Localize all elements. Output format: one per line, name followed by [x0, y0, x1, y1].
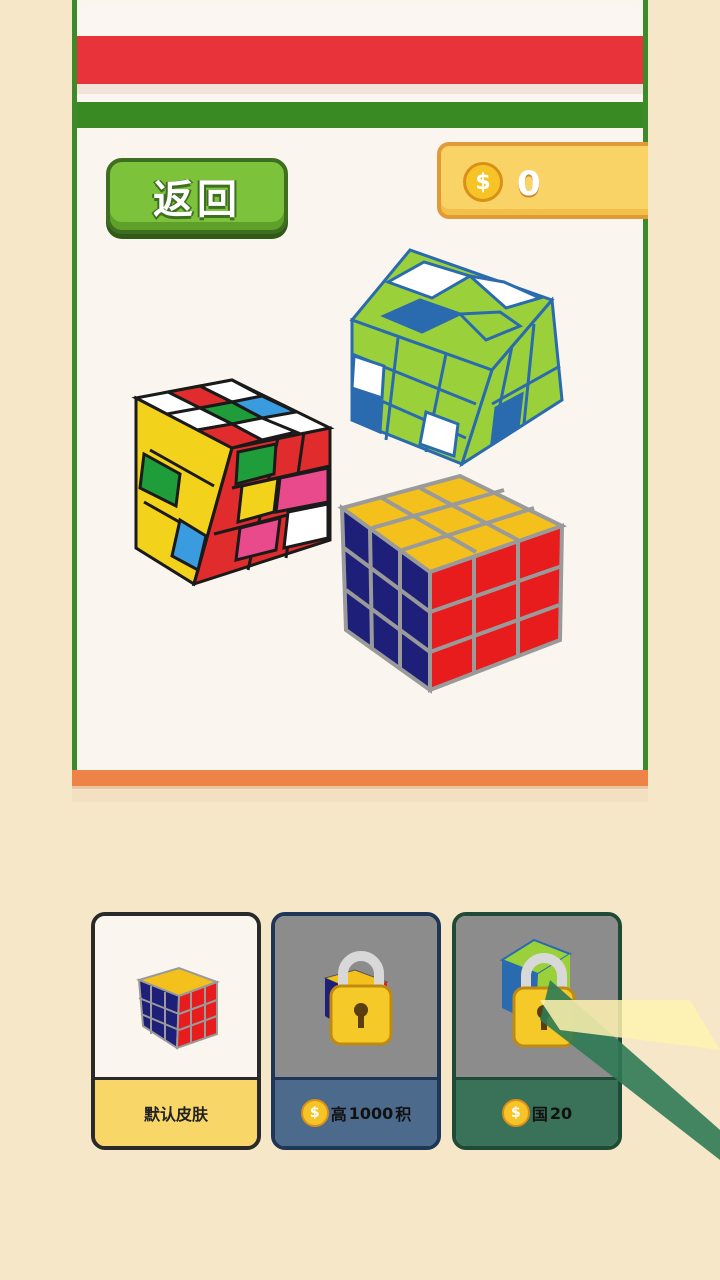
lock-icon — [329, 951, 393, 1046]
price-value: 1000 — [348, 1103, 394, 1123]
coin-icon: $ — [501, 1099, 530, 1127]
price-suffix: 积 — [395, 1105, 412, 1124]
coin-icon: $ — [300, 1099, 329, 1127]
yellow-red-cube-icon — [337, 473, 568, 694]
yellow-red-cube-icon — [135, 966, 220, 1050]
skin-price: $ 高 1000 积 — [300, 1099, 412, 1127]
multicolor-cube-icon — [131, 378, 335, 587]
watermark-swoosh — [540, 980, 720, 1160]
skin-card-locked-1[interactable]: $ 高 1000 积 — [271, 912, 441, 1150]
skin-card-label: 默认皮肤 — [95, 1077, 257, 1146]
skin-preview — [95, 916, 257, 1086]
price-prefix: 高 — [330, 1105, 347, 1124]
skin-preview — [275, 916, 437, 1086]
green-blue-cube-icon — [349, 248, 564, 468]
skin-card-default[interactable]: 默认皮肤 — [91, 912, 261, 1150]
